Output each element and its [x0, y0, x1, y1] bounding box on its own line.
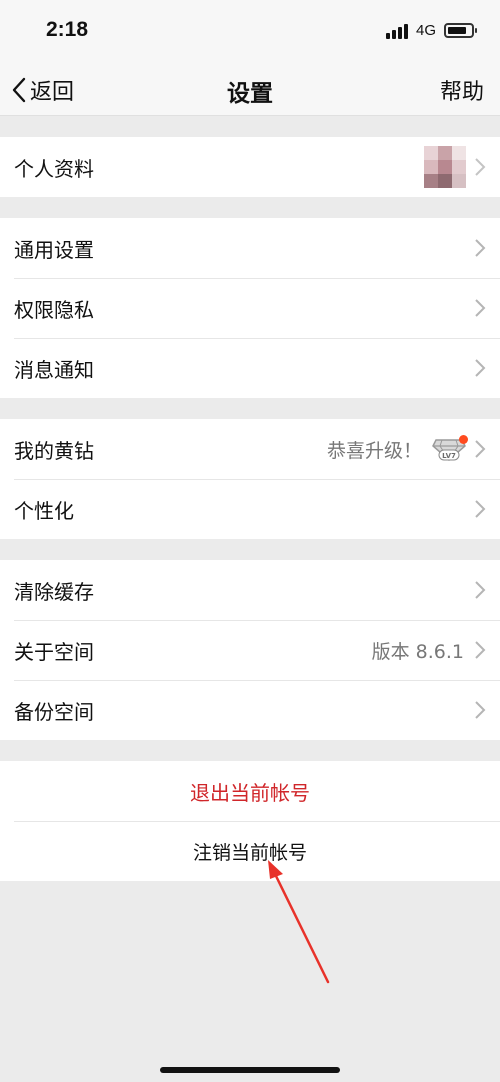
settings-group-storage: 清除缓存 关于空间 版本 8.6.1 备份空间 — [0, 560, 500, 740]
chevron-right-icon — [475, 641, 486, 659]
row-label: 清除缓存 — [14, 579, 94, 604]
row-label: 通用设置 — [14, 237, 94, 262]
network-type: 4G — [415, 22, 436, 39]
account-actions: 退出当前帐号 注销当前帐号 — [0, 761, 500, 881]
badge-level-text: LV7 — [442, 452, 456, 460]
settings-row-yellow-diamond[interactable]: 我的黄钻 恭喜升级！ LV7 — [0, 419, 500, 479]
settings-row-general[interactable]: 通用设置 — [0, 218, 500, 278]
settings-row-about[interactable]: 关于空间 版本 8.6.1 — [0, 620, 500, 680]
row-value: 恭喜升级！ — [326, 439, 422, 462]
help-button[interactable]: 帮助 — [440, 74, 484, 106]
chevron-right-icon — [475, 158, 486, 176]
chevron-right-icon — [475, 359, 486, 377]
chevron-right-icon — [475, 581, 486, 599]
chevron-right-icon — [475, 299, 486, 317]
signal-icon — [385, 23, 408, 39]
settings-group-vip: 我的黄钻 恭喜升级！ LV7 个性化 — [0, 419, 500, 539]
settings-group-profile: 个人资料 — [0, 137, 500, 197]
avatar — [424, 138, 466, 196]
row-label: 个人资料 — [14, 156, 94, 181]
settings-row-notifications[interactable]: 消息通知 — [0, 338, 500, 398]
settings-row-personalize[interactable]: 个性化 — [0, 479, 500, 539]
row-label: 关于空间 — [14, 639, 94, 664]
notification-dot — [459, 435, 468, 444]
battery-icon — [444, 23, 477, 38]
status-indicators: 4G — [385, 22, 477, 39]
status-time: 2:18 — [46, 18, 89, 41]
version-value: 版本 8.6.1 — [371, 640, 464, 663]
home-indicator[interactable] — [160, 1067, 340, 1073]
status-bar: 2:18 4G — [0, 0, 500, 62]
chevron-right-icon — [475, 500, 486, 518]
row-label: 备份空间 — [14, 699, 94, 724]
chevron-right-icon — [475, 440, 486, 458]
row-label: 权限隐私 — [14, 297, 94, 322]
settings-row-privacy[interactable]: 权限隐私 — [0, 278, 500, 338]
diamond-badge-icon: LV7 — [432, 435, 468, 463]
logout-button[interactable]: 退出当前帐号 — [0, 761, 500, 821]
chevron-right-icon — [475, 701, 486, 719]
row-label: 我的黄钻 — [14, 438, 94, 463]
row-label: 消息通知 — [14, 357, 94, 382]
navigation-bar: 返回 设置 帮助 — [0, 62, 500, 116]
chevron-right-icon — [475, 239, 486, 257]
page-title: 设置 — [227, 81, 273, 107]
settings-row-profile[interactable]: 个人资料 — [0, 137, 500, 197]
settings-group-general: 通用设置 权限隐私 消息通知 — [0, 218, 500, 398]
row-label: 个性化 — [14, 498, 74, 523]
settings-row-backup[interactable]: 备份空间 — [0, 680, 500, 740]
cancel-account-button[interactable]: 注销当前帐号 — [0, 821, 500, 881]
settings-row-clear-cache[interactable]: 清除缓存 — [0, 560, 500, 620]
